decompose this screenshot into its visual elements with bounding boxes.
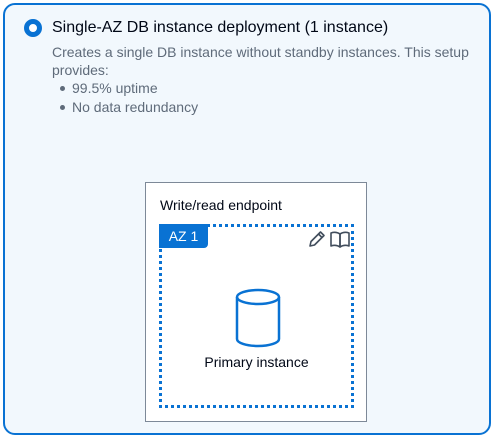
deployment-diagram: Write/read endpoint AZ 1 Primary instanc… (145, 182, 367, 422)
endpoint-label: Write/read endpoint (160, 197, 282, 213)
database-cylinder-icon (235, 288, 281, 348)
pencil-icon[interactable] (307, 229, 327, 249)
radio-selected-icon[interactable] (24, 19, 42, 37)
option-description: Creates a single DB instance without sta… (52, 44, 469, 78)
feature-item-uptime: 99.5% uptime (58, 79, 198, 98)
option-title: Single-AZ DB instance deployment (1 inst… (52, 19, 389, 36)
deployment-option-card[interactable]: Single-AZ DB instance deployment (1 inst… (3, 3, 491, 435)
feature-item-redundancy: No data redundancy (58, 98, 198, 117)
az-badge: AZ 1 (159, 224, 208, 248)
availability-zone-box: AZ 1 Primary instance (159, 224, 354, 408)
book-icon[interactable] (329, 229, 351, 249)
feature-list: 99.5% uptime No data redundancy (58, 79, 198, 117)
primary-instance-label: Primary instance (204, 354, 309, 370)
